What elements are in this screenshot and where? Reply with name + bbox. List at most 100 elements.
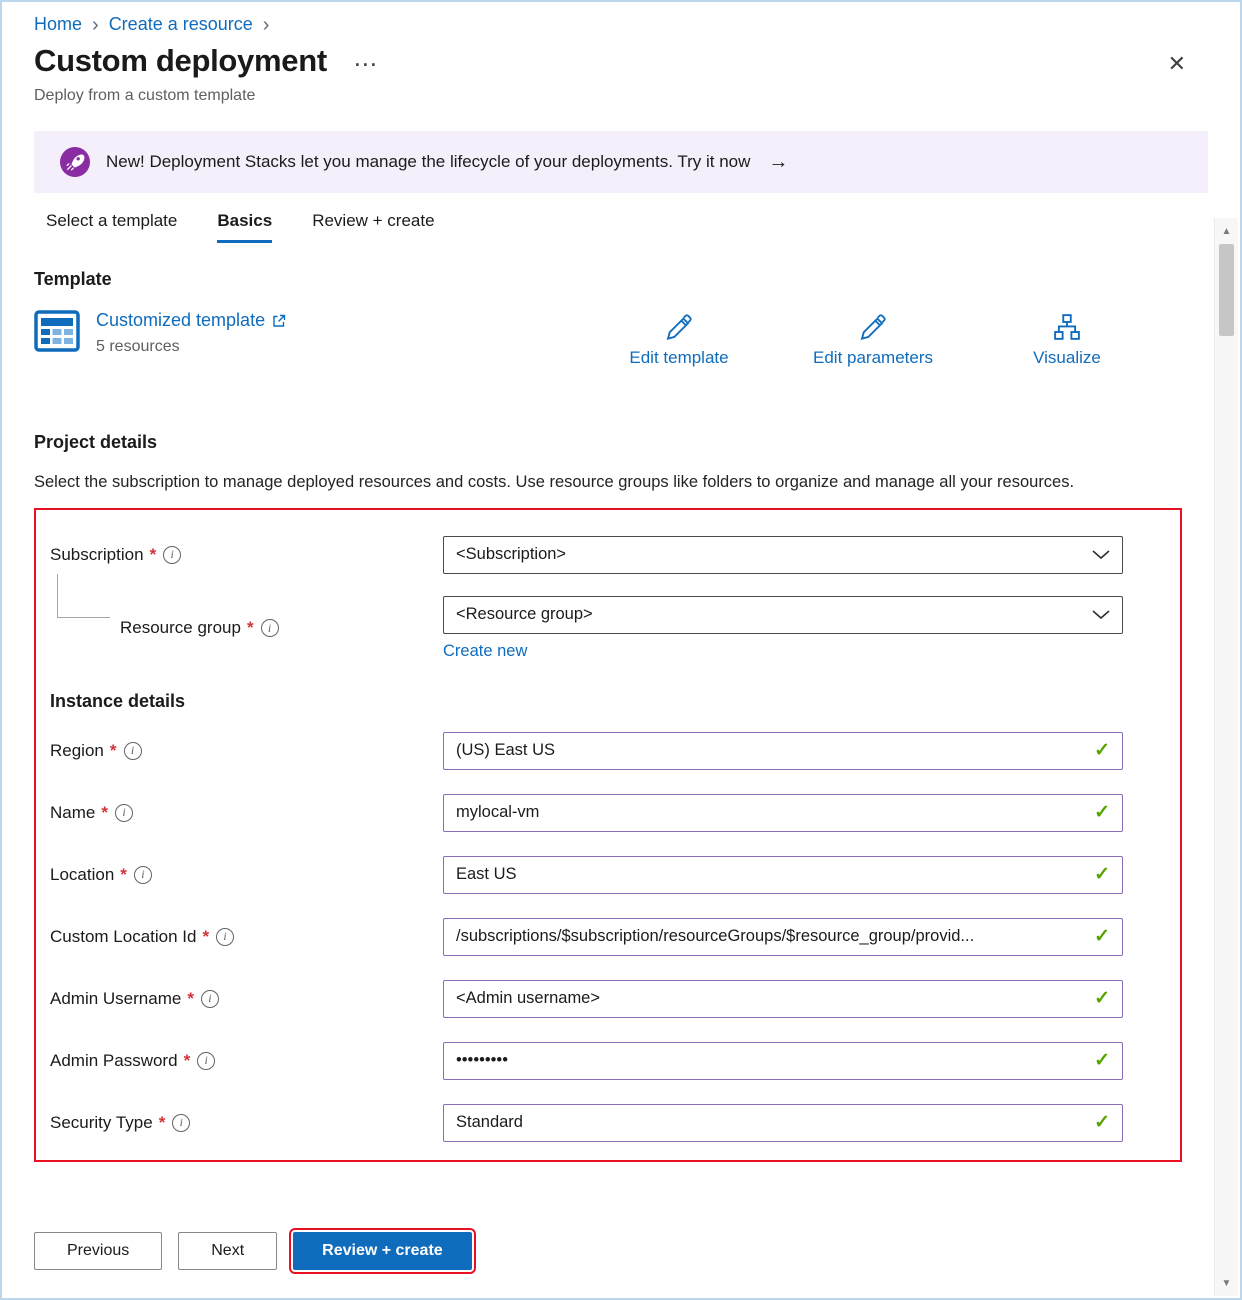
footer-actions: Previous Next Review + create [34,1232,472,1270]
scroll-up-icon[interactable]: ▲ [1215,220,1238,242]
project-details-description: Select the subscription to manage deploy… [34,469,1094,496]
highlighted-form-region: Subscription * i <Subscription> Resou [34,508,1182,1162]
region-value: (US) East US [456,741,555,760]
deployment-stacks-banner[interactable]: New! Deployment Stacks let you manage th… [34,131,1208,193]
required-marker: * [110,741,117,761]
chevron-down-icon [1092,610,1110,620]
custom-location-id-row: Custom Location Id * i /subscriptions/$s… [50,918,1166,956]
valid-check-icon: ✓ [1094,987,1110,1010]
tab-select-a-template[interactable]: Select a template [46,211,177,243]
template-icon [34,310,80,352]
required-marker: * [184,1051,191,1071]
tab-bar: Select a template Basics Review + create [46,211,1208,243]
subscription-value: <Subscription> [456,545,566,564]
edit-template-button[interactable]: Edit template [604,312,754,368]
required-marker: * [159,1113,166,1133]
custom-deployment-page: Home › Create a resource › Custom deploy… [0,0,1242,1300]
name-input[interactable]: mylocal-vm ✓ [443,794,1123,832]
info-icon[interactable]: i [134,866,152,884]
required-marker: * [202,927,209,947]
create-new-link[interactable]: Create new [443,642,527,661]
rocket-icon [60,147,90,177]
arrow-right-icon[interactable]: → [768,151,788,174]
visualize-label: Visualize [1033,348,1101,368]
breadcrumb-create-resource-link[interactable]: Create a resource [109,14,253,35]
name-value: mylocal-vm [456,803,539,822]
location-value: East US [456,865,517,884]
pencil-icon [858,312,888,342]
admin-password-label: Admin Password [50,1051,178,1071]
info-icon[interactable]: i [201,990,219,1008]
security-type-value: Standard [456,1113,523,1132]
subscription-dropdown[interactable]: <Subscription> [443,536,1123,574]
security-type-row: Security Type * i Standard ✓ [50,1104,1166,1142]
chevron-down-icon [1092,550,1110,560]
vertical-scrollbar[interactable]: ▲ ▼ [1214,218,1238,1296]
required-marker: * [101,803,108,823]
security-type-input[interactable]: Standard ✓ [443,1104,1123,1142]
region-row: Region * i (US) East US ✓ [50,732,1166,770]
valid-check-icon: ✓ [1094,739,1110,762]
scroll-down-icon[interactable]: ▼ [1215,1272,1238,1294]
project-details-heading: Project details [34,432,1208,453]
next-button[interactable]: Next [178,1232,277,1270]
admin-username-label: Admin Username [50,989,181,1009]
info-icon[interactable]: i [261,619,279,637]
breadcrumb-separator-icon: › [92,14,99,35]
admin-password-row: Admin Password * i ••••••••• ✓ [50,1042,1166,1080]
required-marker: * [247,618,254,638]
valid-check-icon: ✓ [1094,1111,1110,1134]
more-menu-icon[interactable]: ··· [355,55,379,76]
close-icon[interactable]: ✕ [1164,49,1190,79]
location-input[interactable]: East US ✓ [443,856,1123,894]
valid-check-icon: ✓ [1094,863,1110,886]
scrollbar-thumb[interactable] [1219,244,1234,336]
info-icon[interactable]: i [163,546,181,564]
info-icon[interactable]: i [216,928,234,946]
info-icon[interactable]: i [115,804,133,822]
edit-parameters-button[interactable]: Edit parameters [792,312,954,368]
valid-check-icon: ✓ [1094,801,1110,824]
resource-group-row: Resource group * i <Resource group> Crea… [50,596,1166,661]
edit-template-label: Edit template [629,348,728,368]
resource-group-dropdown[interactable]: <Resource group> [443,596,1123,634]
template-resource-count: 5 resources [96,338,287,356]
breadcrumb-home-link[interactable]: Home [34,14,82,35]
security-type-label: Security Type [50,1113,153,1133]
required-marker: * [150,545,157,565]
info-icon[interactable]: i [172,1114,190,1132]
admin-password-input[interactable]: ••••••••• ✓ [443,1042,1123,1080]
previous-button[interactable]: Previous [34,1232,162,1270]
template-row: Customized template 5 resources [34,310,1208,374]
name-label: Name [50,803,95,823]
customized-template-link[interactable]: Customized template [96,310,265,331]
pencil-icon [664,312,694,342]
org-chart-icon [1052,312,1082,342]
region-input[interactable]: (US) East US ✓ [443,732,1123,770]
breadcrumb: Home › Create a resource › [34,2,1208,35]
subscription-label: Subscription [50,545,144,565]
external-link-icon [271,313,287,329]
info-icon[interactable]: i [197,1052,215,1070]
custom-location-id-input[interactable]: /subscriptions/$subscription/resourceGro… [443,918,1123,956]
admin-username-value: <Admin username> [456,989,600,1008]
breadcrumb-separator-icon: › [263,14,270,35]
info-icon[interactable]: i [124,742,142,760]
tree-connector-line [57,574,110,618]
resource-group-label: Resource group [120,618,241,638]
admin-username-input[interactable]: <Admin username> ✓ [443,980,1123,1018]
visualize-button[interactable]: Visualize [996,312,1138,368]
valid-check-icon: ✓ [1094,1049,1110,1072]
tab-basics[interactable]: Basics [217,211,272,243]
tab-review-create[interactable]: Review + create [312,211,434,243]
page-title: Custom deployment [34,43,327,79]
location-label: Location [50,865,114,885]
banner-message: New! Deployment Stacks let you manage th… [106,152,750,172]
edit-parameters-label: Edit parameters [813,348,933,368]
custom-location-id-value: /subscriptions/$subscription/resourceGro… [456,927,974,946]
template-section-heading: Template [34,269,1208,290]
custom-location-id-label: Custom Location Id [50,927,196,947]
review-create-button[interactable]: Review + create [293,1232,472,1270]
location-row: Location * i East US ✓ [50,856,1166,894]
admin-password-value: ••••••••• [456,1051,508,1070]
